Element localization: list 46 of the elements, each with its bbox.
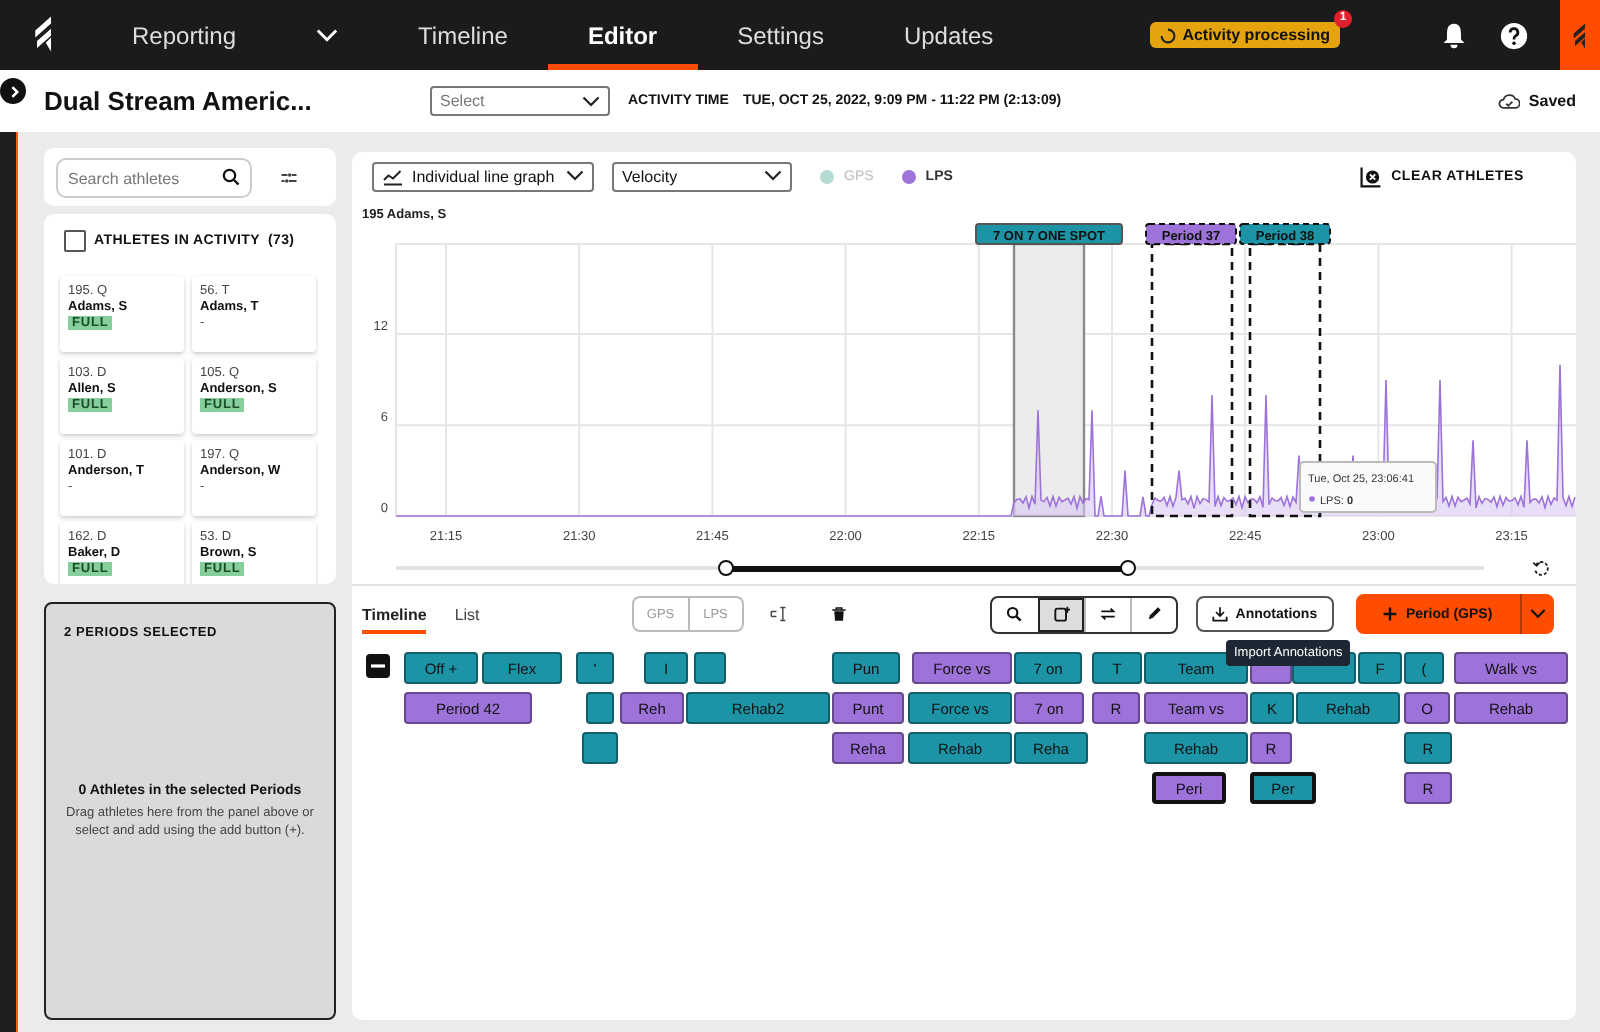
collapse-toggle[interactable] [366,654,390,678]
add-box-icon [1053,606,1070,622]
search-icon [222,168,240,186]
search-field[interactable]: Search athletes [56,158,252,198]
avatar[interactable] [1560,0,1600,70]
view-tab[interactable]: Timeline [362,594,427,634]
filter-icon[interactable] [280,169,298,185]
caret-icon [566,170,584,182]
nav-tab[interactable]: Updates [863,0,1034,70]
pen-icon [1145,606,1162,622]
select-dropdown[interactable]: Select [430,86,610,116]
download-icon [1211,606,1228,622]
nav-tab[interactable]: Settings [697,0,864,70]
processing-label: Activity processing [1182,26,1330,44]
line-graph-icon [382,167,404,185]
clear-icon [1359,165,1382,187]
text-cursor-icon[interactable] [769,606,788,622]
graph-type-dropdown[interactable]: Individual line graph [372,161,594,191]
help-icon[interactable] [1500,21,1528,49]
bell-icon[interactable] [1440,21,1468,49]
period-menu-button[interactable] [1519,594,1554,634]
caret-icon [1529,608,1546,620]
swap-arrows-icon [1099,606,1116,622]
save-status: Saved [1528,92,1576,110]
metric-dropdown[interactable]: Velocity [612,161,792,191]
plus-icon [1382,606,1398,622]
caret-icon [316,27,339,43]
view-tab[interactable]: List [454,594,480,634]
activity-title: Dual Stream Americ... [44,86,314,116]
cloud-check-icon [1498,92,1521,110]
expand-button[interactable] [0,78,26,104]
nav-tab[interactable]: Timeline [378,0,548,70]
zoom-icon [1006,606,1023,622]
caret-icon [764,170,782,182]
minus-icon [366,654,390,678]
period-region[interactable] [1150,242,1234,518]
trash-icon[interactable] [829,606,848,622]
spinner-icon [1160,27,1177,43]
nav-tab[interactable]: Reporting [92,0,379,70]
slider-handle[interactable] [718,560,734,576]
slider-handle[interactable] [1120,560,1137,576]
caret-icon [582,95,600,107]
logo-icon [1570,21,1590,49]
add-period-tool[interactable] [1037,597,1084,631]
select-all-checkbox[interactable] [64,230,86,252]
reset-icon[interactable] [1532,559,1550,577]
